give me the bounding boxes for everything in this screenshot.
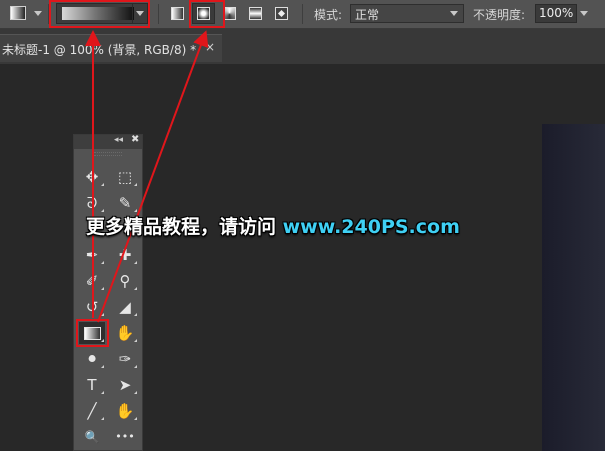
tool-preset-icon[interactable] <box>10 6 26 20</box>
watermark-text: 更多精品教程，请访问 <box>86 216 283 238</box>
tools-panel: ◂◂ ✖ ✥ ⬚ ᘐ ✎ ✒ ✚ ✐ ⚲ ↺ ◢ ✋ ⚫ ✑ T ➤ ╱ ✋ 🔍… <box>73 134 143 451</box>
clone-stamp-tool-icon[interactable]: ⚲ <box>112 270 138 292</box>
diamond-gradient-icon[interactable] <box>275 7 288 20</box>
hand-tool-icon[interactable]: ✋ <box>112 400 138 422</box>
mode-label: 模式: <box>314 8 343 22</box>
tool-preset-dropdown-icon[interactable] <box>34 11 42 16</box>
brush-tool-icon[interactable]: ✐ <box>79 270 105 292</box>
highlight-radial-gradient <box>189 0 225 28</box>
dodge-tool-icon[interactable]: ⚫ <box>79 348 105 370</box>
marquee-tool-icon[interactable]: ⬚ <box>112 166 138 188</box>
watermark: 更多精品教程，请访问 www.240PS.com <box>86 212 460 239</box>
highlight-gradient-picker <box>49 0 150 28</box>
eraser-tool-icon[interactable]: ◢ <box>112 296 138 318</box>
close-icon[interactable]: × <box>205 40 215 54</box>
blur-tool-icon[interactable]: ✋ <box>112 322 138 344</box>
document-tab[interactable]: 未标题-1 @ 100% (背景, RGB/8) * × <box>0 34 222 62</box>
chevron-down-icon <box>450 11 458 16</box>
document-tab-title: 未标题-1 @ 100% (背景, RGB/8) * <box>2 43 197 57</box>
divider <box>158 4 159 24</box>
pen-tool-icon[interactable]: ✑ <box>112 348 138 370</box>
lasso-tool-icon[interactable]: ᘐ <box>79 192 105 214</box>
eyedropper-tool-icon[interactable]: ✒ <box>79 244 105 266</box>
history-brush-tool-icon[interactable]: ↺ <box>79 296 105 318</box>
blend-mode-select[interactable]: 正常 <box>350 4 464 23</box>
watermark-url: www.240PS.com <box>282 216 460 238</box>
document-tab-bar: 未标题-1 @ 100% (背景, RGB/8) * × <box>0 29 605 64</box>
opacity-input[interactable]: 100% <box>535 4 577 23</box>
opacity-dropdown-icon[interactable] <box>580 11 588 16</box>
collapse-icon[interactable]: ◂◂ <box>114 135 123 145</box>
reflected-gradient-icon[interactable] <box>249 7 262 20</box>
panel-grip[interactable] <box>94 152 122 156</box>
divider <box>302 4 303 24</box>
type-tool-icon[interactable]: T <box>79 374 105 396</box>
document-canvas[interactable] <box>542 124 605 451</box>
blend-mode-value: 正常 <box>355 8 380 22</box>
zoom-tool-icon[interactable]: 🔍 <box>79 426 105 448</box>
move-tool-icon[interactable]: ✥ <box>79 166 105 188</box>
more-tools-icon[interactable]: ••• <box>112 426 138 448</box>
tools-panel-header[interactable]: ◂◂ ✖ <box>74 134 142 149</box>
linear-gradient-icon[interactable] <box>171 7 184 20</box>
line-tool-icon[interactable]: ╱ <box>79 400 105 422</box>
quick-selection-tool-icon[interactable]: ✎ <box>112 192 138 214</box>
path-selection-tool-icon[interactable]: ➤ <box>112 374 138 396</box>
highlight-gradient-tool <box>76 319 109 347</box>
close-icon[interactable]: ✖ <box>131 134 139 145</box>
opacity-label: 不透明度: <box>473 8 526 22</box>
healing-brush-tool-icon[interactable]: ✚ <box>112 244 138 266</box>
